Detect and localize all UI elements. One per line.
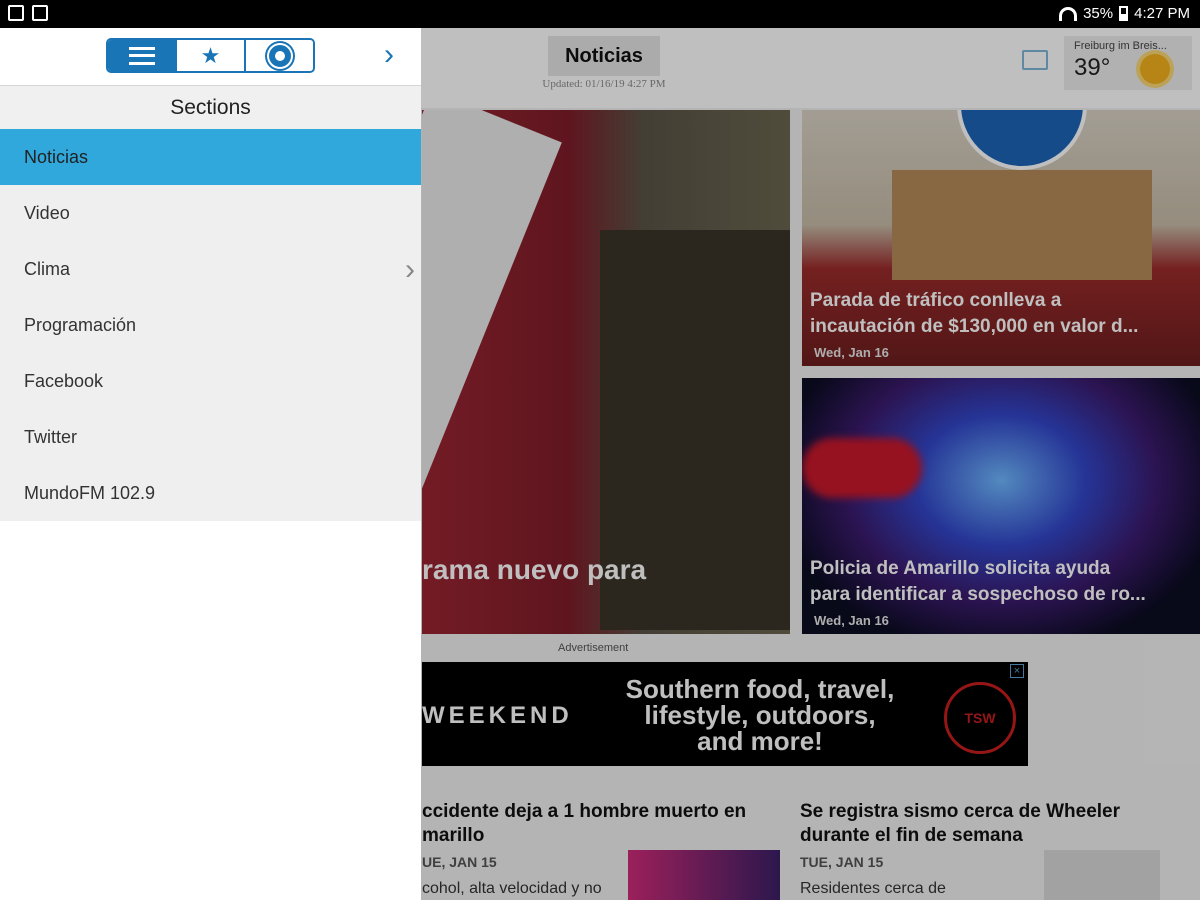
tab-sections[interactable] xyxy=(108,40,177,71)
wifi-icon xyxy=(1059,6,1078,21)
battery-icon xyxy=(1119,6,1129,21)
status-bar: 35% 4:27 PM xyxy=(0,0,1200,28)
gallery-notification-icon xyxy=(8,5,24,21)
menu-item-facebook[interactable]: Facebook xyxy=(0,353,421,409)
chevron-right-icon[interactable]: › xyxy=(384,40,394,70)
gear-icon xyxy=(268,44,291,67)
tab-settings[interactable] xyxy=(246,40,313,71)
drawer-tab-bar: ★ xyxy=(106,38,315,73)
menu-item-mundofm[interactable]: MundoFM 102.9 xyxy=(0,465,421,521)
chevron-right-icon: › xyxy=(405,253,415,286)
menu-item-label: Programación xyxy=(24,314,137,335)
star-icon: ★ xyxy=(200,42,221,68)
menu-item-label: Facebook xyxy=(24,370,104,391)
menu-item-video[interactable]: Video xyxy=(0,185,421,241)
tab-favorites[interactable]: ★ xyxy=(177,40,246,71)
battery-percent: 35% xyxy=(1083,5,1114,22)
sections-heading: Sections xyxy=(0,85,421,129)
menu-item-label: Clima xyxy=(24,258,71,279)
list-icon xyxy=(128,46,155,65)
clock: 4:27 PM xyxy=(1134,5,1190,22)
menu-item-clima[interactable]: Clima › xyxy=(0,241,421,297)
menu-item-label: Twitter xyxy=(24,426,78,447)
menu-item-label: Noticias xyxy=(24,146,89,167)
screenshot-notification-icon xyxy=(32,5,48,21)
navigation-drawer: ★ › Sections Noticias Video Clima › Prog… xyxy=(0,28,421,900)
menu-item-label: Video xyxy=(24,202,70,223)
menu-item-programacion[interactable]: Programación xyxy=(0,297,421,353)
menu-item-label: MundoFM 102.9 xyxy=(24,482,156,503)
menu-item-noticias[interactable]: Noticias xyxy=(0,129,421,185)
drawer-header: ★ › xyxy=(0,28,421,84)
menu-item-twitter[interactable]: Twitter xyxy=(0,409,421,465)
sections-menu: Noticias Video Clima › Programación Face… xyxy=(0,129,421,521)
